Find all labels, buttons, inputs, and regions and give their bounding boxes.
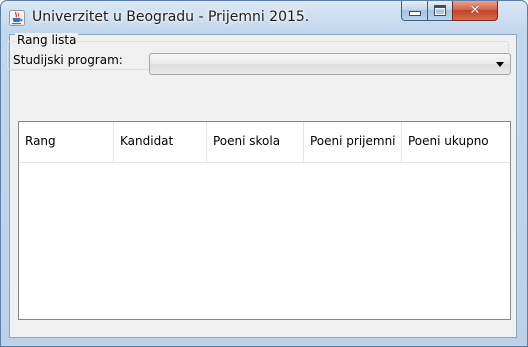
minimize-button[interactable] — [401, 1, 428, 21]
program-label: Studijski program: — [13, 53, 123, 67]
close-icon: ✕ — [469, 3, 481, 18]
app-window: Univerzitet u Beogradu - Prijemni 2015. … — [0, 0, 528, 347]
column-header-kandidat[interactable]: Kandidat — [114, 122, 207, 162]
group-title: Rang lista — [15, 33, 79, 47]
maximize-button[interactable] — [427, 1, 453, 21]
java-cup-icon — [9, 10, 25, 26]
column-header-poeni-ukupno[interactable]: Poeni ukupno — [402, 122, 510, 162]
maximize-icon — [434, 5, 446, 16]
column-header-poeni-prijemni[interactable]: Poeni prijemni — [304, 122, 402, 162]
minimize-icon — [408, 11, 421, 16]
chevron-down-icon[interactable] — [496, 62, 504, 67]
table-header: Rang Kandidat Poeni skola Poeni prijemni… — [19, 122, 510, 163]
close-button[interactable]: ✕ — [452, 1, 498, 21]
window-title: Univerzitet u Beogradu - Prijemni 2015. — [32, 9, 310, 25]
column-header-poeni-skola[interactable]: Poeni skola — [207, 122, 304, 162]
column-header-rang[interactable]: Rang — [19, 122, 114, 162]
ranking-table[interactable]: Rang Kandidat Poeni skola Poeni prijemni… — [18, 121, 511, 320]
program-select[interactable] — [149, 53, 511, 75]
title-bar[interactable]: Univerzitet u Beogradu - Prijemni 2015. … — [1, 1, 527, 34]
